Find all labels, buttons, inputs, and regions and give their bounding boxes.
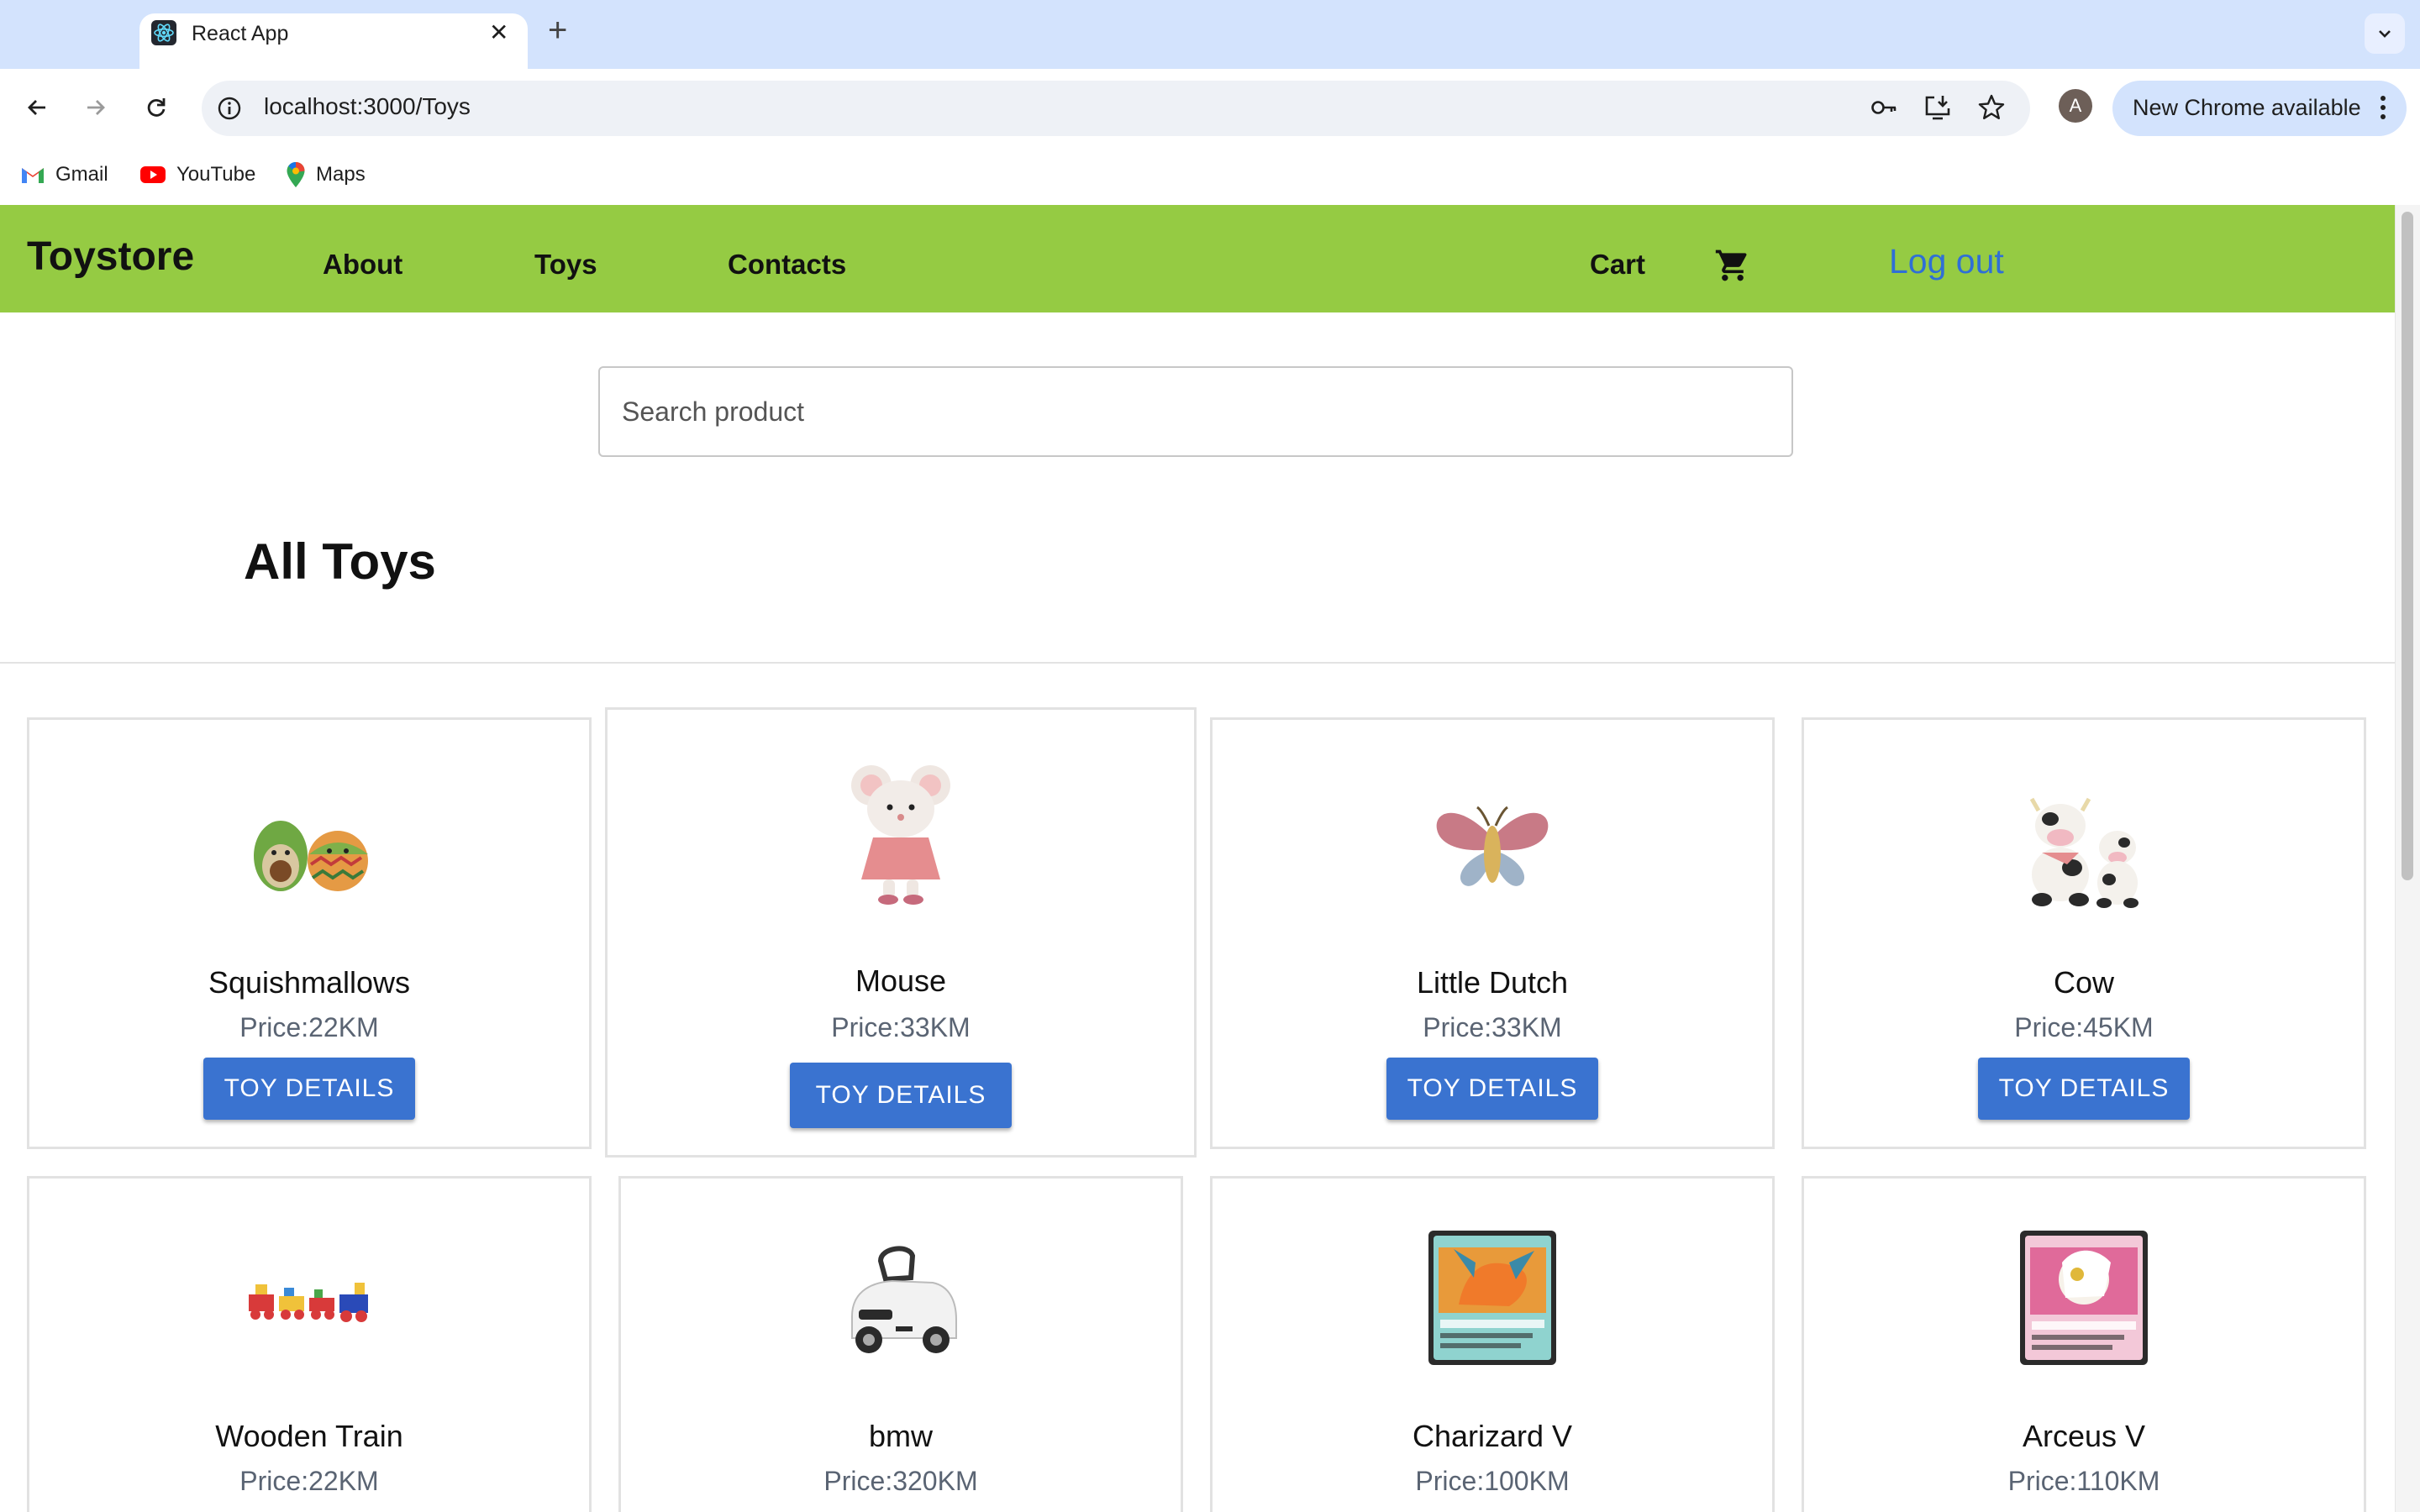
product-card: Squishmallows Price:22KM TOY DETAILS <box>27 717 592 1149</box>
section-divider <box>0 662 2395 664</box>
product-card: Charizard V Price:100KM <box>1210 1176 1775 1512</box>
product-name: Wooden Train <box>215 1419 403 1453</box>
gmail-icon <box>22 168 44 183</box>
shopping-cart-icon[interactable] <box>1714 247 1751 284</box>
product-price: Price:110KM <box>2007 1466 2160 1496</box>
product-name: Mouse <box>855 963 947 998</box>
arceus-card-image <box>2020 1231 2148 1365</box>
product-price: Price:100KM <box>1415 1466 1570 1496</box>
wooden-train-image <box>249 1283 368 1322</box>
nav-link-toys[interactable]: Toys <box>534 249 597 281</box>
product-card: Mouse Price:33KM TOY DETAILS <box>605 707 1197 1158</box>
scrollbar-thumb[interactable] <box>2402 212 2413 880</box>
page-viewport: Toystore About Toys Contacts Cart Log ou… <box>0 205 2395 1512</box>
product-name: Squishmallows <box>208 965 411 1000</box>
menu-kebab-icon[interactable] <box>2375 89 2391 126</box>
chrome-update-label: New Chrome available <box>2133 95 2361 120</box>
tab-search-chevron-icon[interactable] <box>2365 13 2405 54</box>
product-card: Wooden Train Price:22KM <box>27 1176 592 1512</box>
squishmallows-image <box>254 821 368 891</box>
product-card: Cow Price:45KM TOY DETAILS <box>1802 717 2366 1149</box>
forward-arrow-icon[interactable] <box>77 89 114 126</box>
toy-details-button[interactable]: TOY DETAILS <box>203 1058 415 1120</box>
product-name: Cow <box>2053 965 2115 1000</box>
toy-details-button[interactable]: TOY DETAILS <box>1386 1058 1598 1120</box>
product-price: Price:45KM <box>2014 1012 2154 1042</box>
bookmark-label: Gmail <box>55 163 108 186</box>
product-price: Price:22KM <box>239 1012 379 1042</box>
product-name: Arceus V <box>2022 1419 2146 1453</box>
search-input[interactable] <box>598 366 1793 457</box>
charizard-card-image <box>1428 1231 1556 1365</box>
nav-link-cart[interactable]: Cart <box>1590 249 1645 281</box>
site-navbar: Toystore About Toys Contacts Cart Log ou… <box>0 205 2395 312</box>
cow-plush-image <box>2029 797 2139 908</box>
product-price: Price:33KM <box>831 1012 971 1042</box>
password-key-icon[interactable] <box>1867 91 1901 124</box>
product-name: Little Dutch <box>1416 965 1569 1000</box>
product-price: Price:320KM <box>823 1466 978 1496</box>
brand-logo[interactable]: Toystore <box>27 234 194 280</box>
product-card: bmw Price:320KM <box>618 1176 1183 1512</box>
nav-link-about[interactable]: About <box>323 249 402 281</box>
bookmark-maps[interactable]: Maps <box>286 160 366 190</box>
back-arrow-icon[interactable] <box>18 89 55 126</box>
react-icon <box>151 20 176 45</box>
logout-link[interactable]: Log out <box>1889 242 2004 281</box>
install-app-icon[interactable] <box>1921 91 1954 124</box>
maps-icon <box>287 162 305 187</box>
mouse-plush-image <box>851 765 950 905</box>
page-title: All Toys <box>244 533 436 590</box>
bookmark-label: YouTube <box>176 163 256 186</box>
url-text[interactable]: localhost:3000/Toys <box>264 93 471 120</box>
site-info-icon[interactable] <box>215 94 244 123</box>
profile-avatar[interactable]: A <box>2059 89 2092 123</box>
bookmark-gmail[interactable]: Gmail <box>20 160 108 190</box>
bookmark-youtube[interactable]: YouTube <box>139 160 255 190</box>
tab-close-icon[interactable]: ✕ <box>489 18 508 46</box>
product-card: Little Dutch Price:33KM TOY DETAILS <box>1210 717 1775 1149</box>
product-name: bmw <box>868 1419 933 1453</box>
bookmark-star-icon[interactable] <box>1975 91 2008 124</box>
tab-title: React App <box>192 22 289 45</box>
product-price: Price:33KM <box>1423 1012 1562 1042</box>
product-name: Charizard V <box>1412 1419 1573 1453</box>
product-card: Arceus V Price:110KM <box>1802 1176 2366 1512</box>
toy-details-button[interactable]: TOY DETAILS <box>1978 1058 2190 1120</box>
reload-icon[interactable] <box>138 89 175 126</box>
address-bar[interactable] <box>202 81 2030 136</box>
youtube-icon <box>140 166 166 183</box>
bmw-ride-on-car-image <box>851 1246 957 1353</box>
product-price: Price:22KM <box>239 1466 379 1496</box>
butterfly-toy-image <box>1436 806 1549 886</box>
toy-details-button[interactable]: TOY DETAILS <box>790 1063 1012 1128</box>
bookmark-label: Maps <box>316 163 366 186</box>
new-tab-icon[interactable]: + <box>548 12 567 50</box>
nav-link-contacts[interactable]: Contacts <box>728 249 846 281</box>
